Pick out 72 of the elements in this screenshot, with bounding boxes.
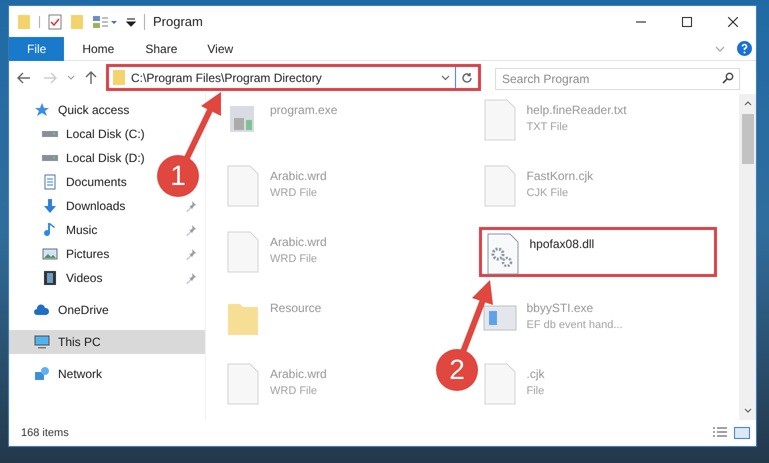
music-note-icon: [42, 222, 58, 238]
globe-icon: [34, 366, 50, 382]
details-view-icon[interactable]: [712, 427, 728, 439]
file-type: WRD File: [270, 252, 318, 267]
sidebar-item[interactable]: This PC: [9, 330, 205, 354]
pin-icon[interactable]: [185, 272, 197, 284]
back-arrow-icon[interactable]: [17, 72, 31, 84]
sidebar-item[interactable]: Documents: [9, 170, 135, 194]
recent-dropdown-icon[interactable]: [67, 74, 75, 80]
down-arrow-icon: [42, 198, 58, 214]
file-type: File: [526, 384, 544, 399]
sidebar-item[interactable]: Videos: [9, 266, 205, 290]
picture-icon: [42, 246, 58, 262]
blank-file-icon: [226, 230, 260, 274]
sidebar-item[interactable]: Downloads: [9, 194, 205, 218]
minimize-icon: [636, 20, 646, 22]
address-field[interactable]: C:\Program Files\Program Directory: [106, 64, 481, 91]
drive-icon: [42, 155, 58, 161]
help-icon[interactable]: [737, 41, 752, 56]
scroll-thumb[interactable]: [742, 114, 754, 164]
item-count: 168 items: [21, 426, 70, 441]
file-type: WRD File: [270, 384, 318, 399]
address-dropdown-icon[interactable]: [441, 74, 450, 80]
up-arrow-icon[interactable]: [85, 70, 97, 84]
file-type: CJK File: [526, 186, 570, 201]
file-item[interactable]: hpofax08.dll: [478, 227, 716, 277]
sidebar-item[interactable]: Music: [9, 218, 205, 242]
pin-icon[interactable]: [185, 224, 197, 236]
large-icons-view-icon[interactable]: [734, 427, 750, 439]
sidebar-item[interactable]: Quick access: [9, 98, 138, 122]
gear-file-icon: [486, 232, 520, 276]
close-icon: [728, 16, 738, 26]
search-field[interactable]: Search Program: [495, 68, 740, 90]
ribbon-tab[interactable]: File: [9, 36, 64, 60]
monitor-icon: [34, 334, 50, 350]
address-path: C:\Program Files\Program Directory: [131, 70, 323, 86]
ribbon-tab[interactable]: Home: [70, 36, 126, 60]
refresh-icon[interactable]: [461, 72, 473, 84]
blank-file-icon: [482, 362, 516, 406]
ribbon-tab[interactable]: Share: [133, 36, 190, 60]
folder-icon: [113, 70, 125, 85]
star-icon: [34, 102, 50, 118]
file-type: WRD File: [270, 186, 318, 201]
scroll-up-icon[interactable]: [744, 100, 752, 106]
sidebar-item[interactable]: Local Disk (C:): [9, 122, 153, 146]
view-options-icon[interactable]: [92, 14, 118, 28]
document-icon: [42, 174, 58, 190]
properties-icon[interactable]: [48, 14, 62, 30]
cloud-icon: [34, 302, 50, 318]
drive-icon: [42, 131, 58, 137]
scroll-down-icon[interactable]: [744, 408, 752, 414]
file-type: EF db event hand...: [526, 318, 623, 333]
pin-icon[interactable]: [185, 200, 197, 212]
pin-icon[interactable]: [185, 248, 197, 260]
expand-ribbon-icon[interactable]: [715, 44, 725, 52]
blank-file-icon: [226, 164, 260, 208]
ribbon-tab[interactable]: View: [195, 36, 246, 60]
file-name: hpofax08.dll: [530, 236, 594, 253]
blank-file-icon: [482, 98, 516, 142]
film-icon: [42, 270, 58, 286]
sidebar-item[interactable]: Network: [9, 362, 110, 386]
blank-file-icon: [482, 164, 516, 208]
customize-dropdown-icon[interactable]: [126, 16, 136, 26]
scrollbar[interactable]: [739, 94, 756, 420]
file-type: TXT File: [526, 120, 569, 135]
sidebar-item[interactable]: OneDrive: [9, 298, 117, 322]
sidebar-item[interactable]: Local Disk (D:): [9, 146, 153, 170]
sidebar-item[interactable]: Pictures: [9, 242, 205, 266]
blank-file-icon: [226, 362, 260, 406]
search-icon[interactable]: [722, 72, 734, 84]
window-title: Program: [153, 12, 203, 31]
maximize-icon: [682, 16, 692, 26]
